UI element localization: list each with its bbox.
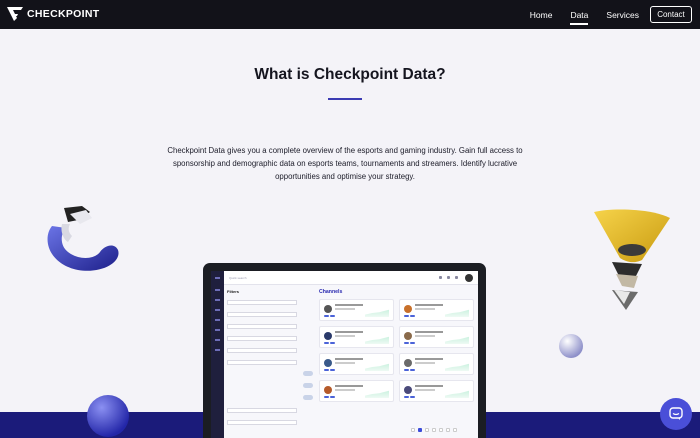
app-filters-title: Filters [227, 289, 240, 294]
channel-card [399, 353, 474, 375]
brand-name: CHECKPOINT [27, 8, 100, 20]
channel-card [319, 353, 394, 375]
channel-card [319, 326, 394, 348]
nav-link-services[interactable]: Services [597, 10, 648, 20]
intro-paragraph: Checkpoint Data gives you a complete ove… [167, 146, 523, 181]
app-search-placeholder: Quick search [229, 276, 247, 280]
channel-card [399, 299, 474, 321]
page-title: What is Checkpoint Data? [254, 66, 446, 83]
channel-card [319, 299, 394, 321]
chat-bubble-icon [669, 407, 683, 420]
app-topbar: Quick search [224, 271, 478, 285]
app-screenshot: Quick search Filters Channels [211, 271, 478, 438]
app-channels-panel: Channels [319, 289, 474, 402]
brand-logo[interactable]: CHECKPOINT [7, 7, 99, 21]
app-sidebar [211, 271, 224, 438]
channel-card [399, 326, 474, 348]
channel-card [319, 380, 394, 402]
blue-ring-decoration-icon [47, 206, 119, 271]
app-pagination [411, 428, 457, 432]
app-channels-title: Channels [319, 289, 343, 295]
top-navbar: CHECKPOINT Home Data Services Contact [0, 0, 700, 29]
main-nav: Home Data Services [521, 0, 648, 29]
contact-button[interactable]: Contact [650, 6, 692, 23]
nav-link-data[interactable]: Data [561, 10, 597, 25]
title-underline [328, 98, 362, 100]
chat-button[interactable] [660, 398, 692, 430]
yellow-funnel-decoration-icon [594, 209, 670, 310]
laptop-mockup: Quick search Filters Channels [203, 263, 486, 438]
blue-sphere-decoration-icon [87, 395, 129, 437]
checkpoint-logo-icon [7, 7, 23, 21]
app-filters-panel: Filters [227, 289, 313, 429]
nav-link-home[interactable]: Home [521, 10, 562, 20]
channel-card [399, 380, 474, 402]
app-avatar [465, 274, 473, 282]
lavender-sphere-decoration-icon [559, 334, 583, 358]
